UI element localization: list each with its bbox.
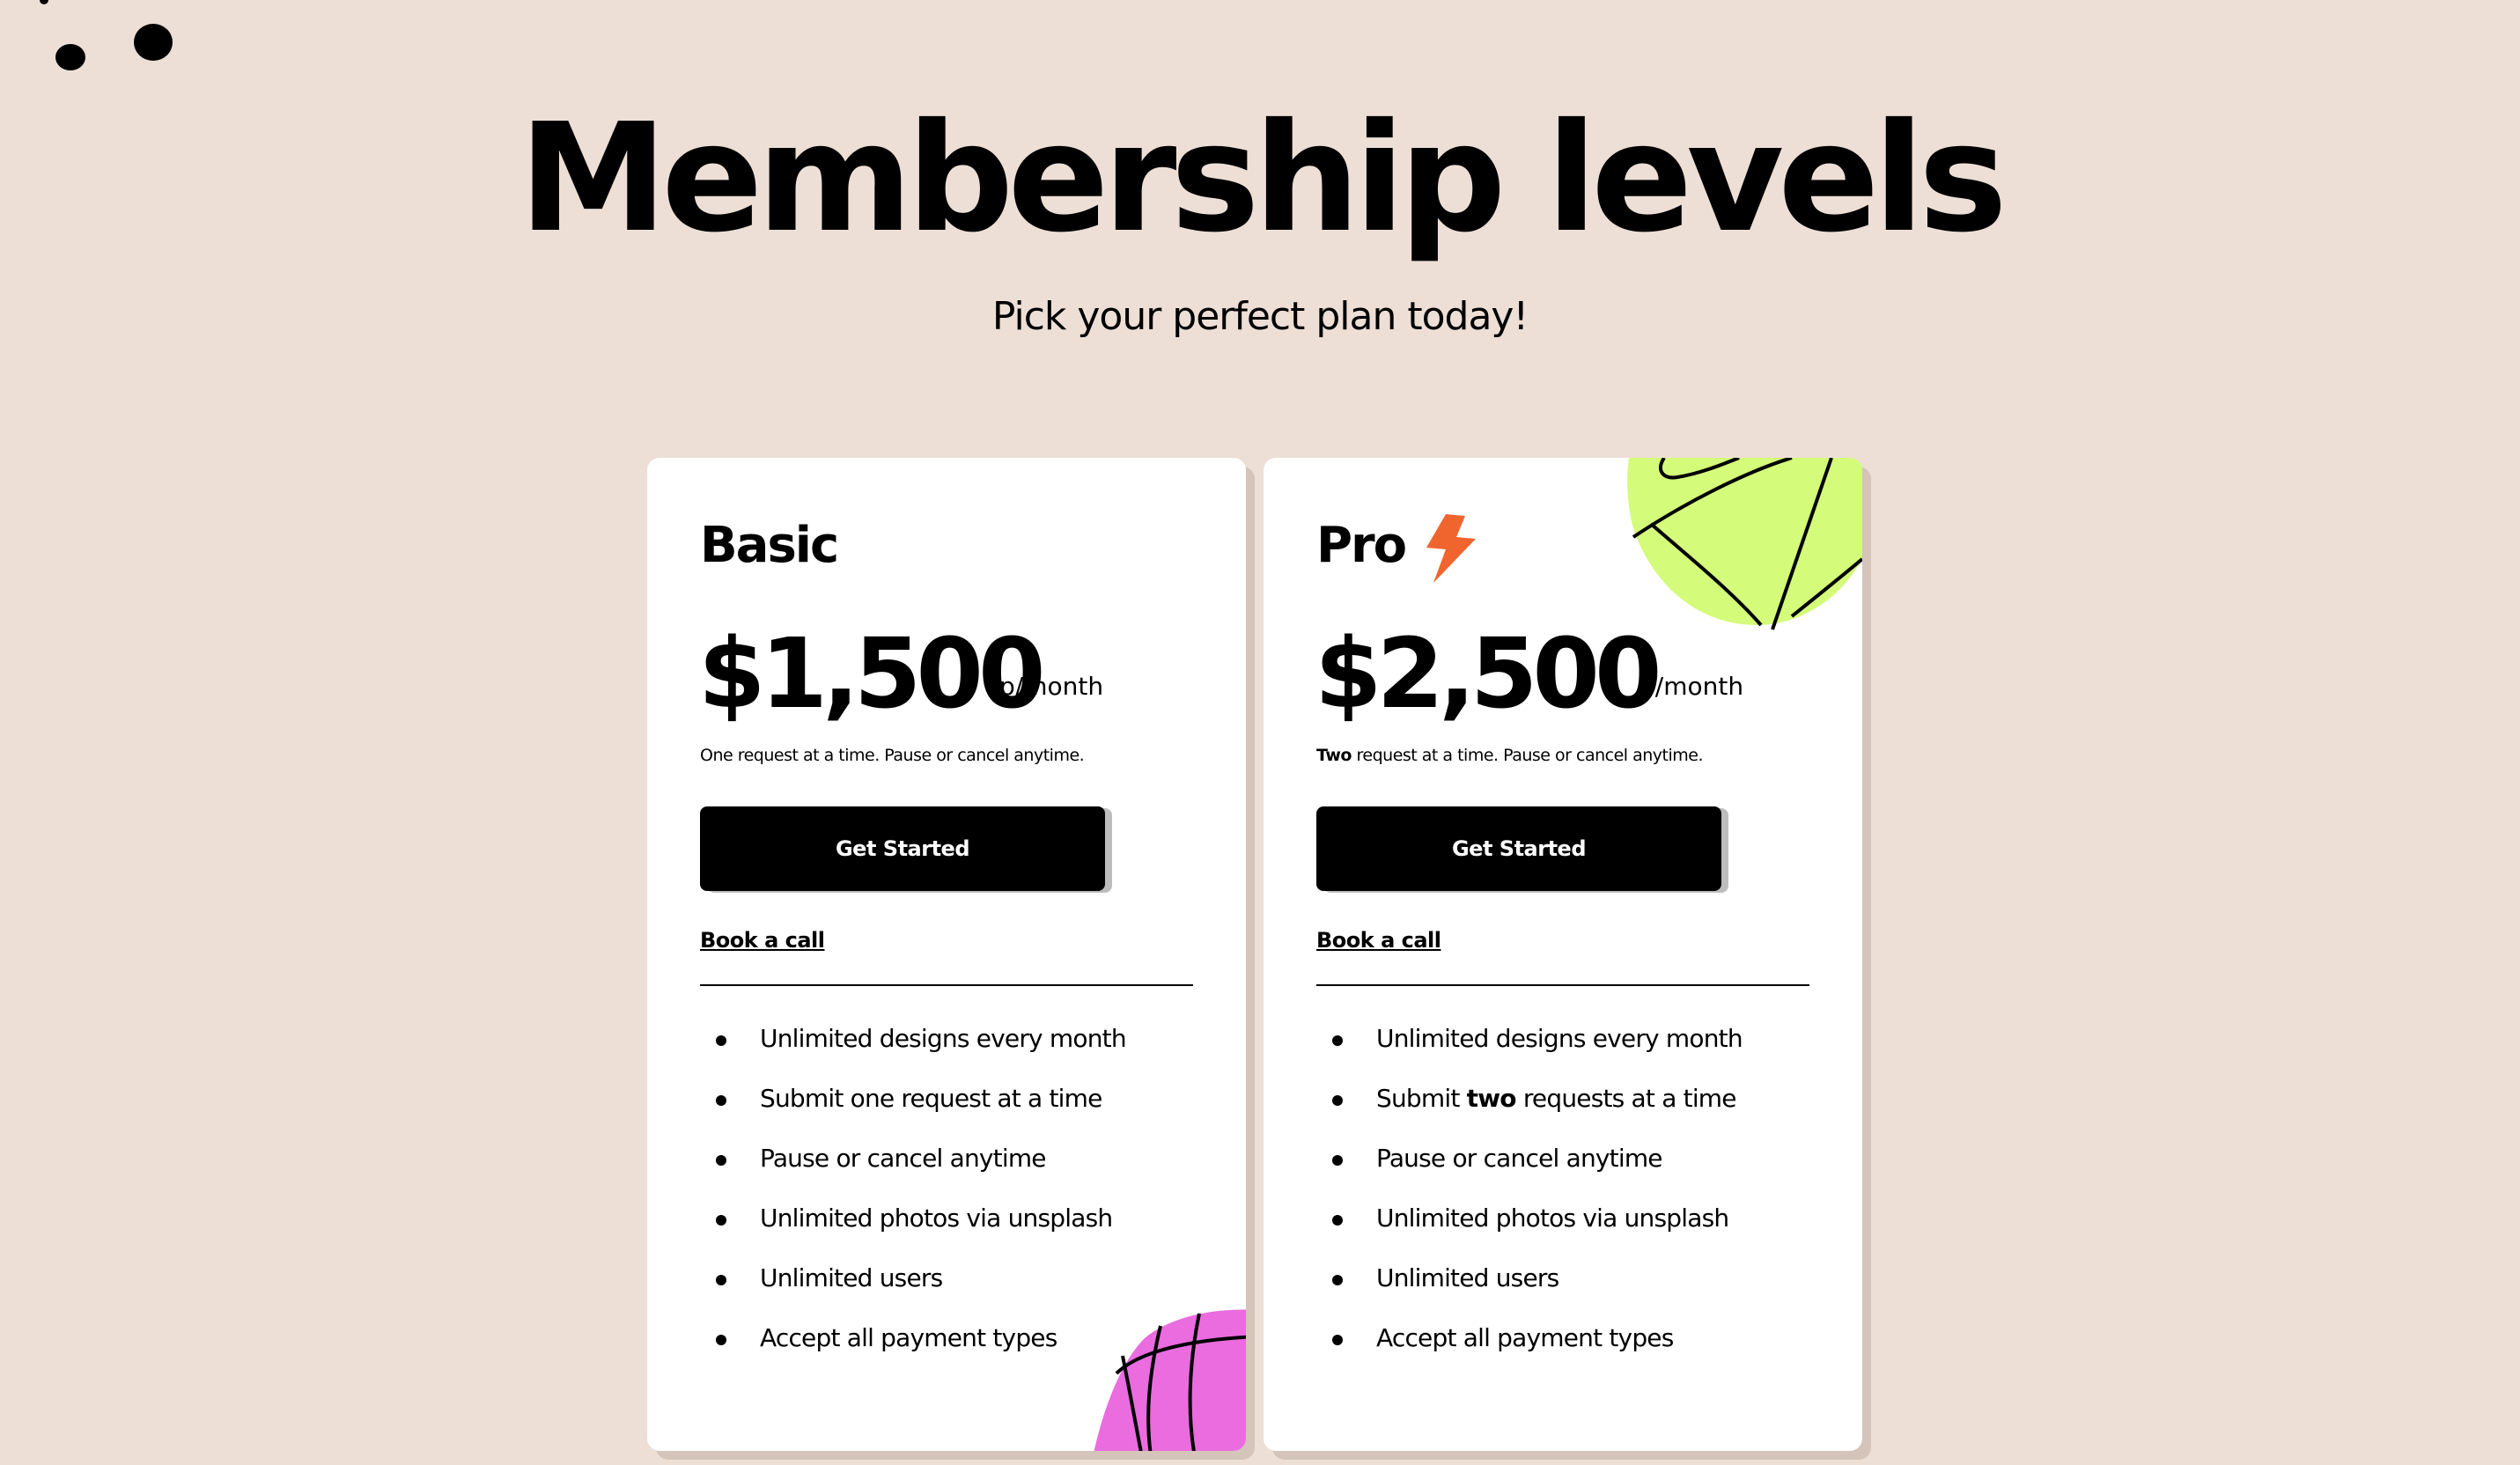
feature-item: Unlimited users (1316, 1259, 1827, 1319)
plan-name: Pro (1316, 517, 1407, 574)
bullet-icon (1332, 1335, 1343, 1345)
bullet-icon (716, 1155, 726, 1166)
feature-item: Unlimited designs every month (1316, 1020, 1827, 1079)
page-subtitle: Pick your perfect plan today! (991, 294, 1529, 339)
feature-list: Unlimited designs every month Submit one… (700, 1020, 1211, 1379)
feature-text: Unlimited designs every month (760, 1024, 1127, 1053)
feature-item: Submit one request at a time (700, 1079, 1211, 1139)
feature-text: Submit one request at a time (760, 1084, 1102, 1113)
plan-price: $1,500 (698, 617, 1045, 730)
feature-text: Unlimited photos via unsplash (1376, 1204, 1729, 1233)
feature-text: Submit (1376, 1084, 1467, 1113)
feature-item: Submit two requests at a time (1316, 1079, 1827, 1139)
book-a-call-link[interactable]: Book a call (700, 924, 825, 956)
bullet-icon (1332, 1155, 1343, 1166)
lime-ball-icon (1627, 458, 1862, 630)
feature-list: Unlimited designs every month Submit two… (1316, 1020, 1827, 1379)
feature-text: Unlimited users (1376, 1263, 1559, 1292)
plan-card-basic: Basic $1,500 p/month One request at a ti… (647, 458, 1246, 1451)
feature-text: Accept all payment types (760, 1323, 1057, 1352)
plan-description: One request at a time. Pause or cancel a… (700, 741, 1085, 769)
feature-item: Pause or cancel anytime (1316, 1139, 1827, 1199)
feature-item: Unlimited photos via unsplash (700, 1199, 1211, 1259)
feature-item: Pause or cancel anytime (700, 1139, 1211, 1199)
bullet-icon (716, 1035, 726, 1046)
feature-item: Accept all payment types (1316, 1319, 1827, 1379)
bullet-icon (716, 1095, 726, 1106)
feature-text: Unlimited users (760, 1263, 943, 1292)
feature-text: requests at a time (1515, 1084, 1737, 1113)
bullet-icon (1332, 1275, 1343, 1285)
plan-name: Basic (700, 517, 839, 574)
bullet-icon (1332, 1215, 1343, 1226)
feature-text: Unlimited designs every month (1376, 1024, 1743, 1053)
divider (700, 984, 1193, 986)
page: Membership levels Pick your perfect plan… (0, 0, 2520, 1465)
bullet-icon (716, 1215, 726, 1226)
feature-text: Unlimited photos via unsplash (760, 1204, 1113, 1233)
page-title: Membership levels (519, 92, 2008, 266)
feature-item: Unlimited designs every month (700, 1020, 1211, 1079)
plan-price: $2,500 (1315, 617, 1662, 730)
plan-description: Two request at a time. Pause or cancel a… (1316, 741, 1703, 769)
feature-item: Accept all payment types (700, 1319, 1211, 1379)
divider (1316, 984, 1809, 986)
lightning-bolt-icon (1426, 514, 1476, 583)
plan-period: p/month (999, 672, 1104, 701)
feature-text-bold: two (1466, 1084, 1517, 1113)
feature-text: Pause or cancel anytime (760, 1144, 1047, 1173)
bullet-icon (1332, 1095, 1343, 1106)
bullet-icon (716, 1335, 726, 1345)
get-started-button[interactable]: Get Started (700, 806, 1105, 891)
dots-decoration-icon (40, 0, 173, 70)
book-a-call-link[interactable]: Book a call (1316, 924, 1441, 956)
feature-item: Unlimited photos via unsplash (1316, 1199, 1827, 1259)
plan-description-text: request at a time. Pause or cancel anyti… (1351, 746, 1704, 765)
feature-text: Pause or cancel anytime (1376, 1144, 1663, 1173)
plan-period: p/month (1639, 672, 1744, 701)
get-started-button[interactable]: Get Started (1316, 806, 1721, 891)
bullet-icon (1332, 1035, 1343, 1046)
plan-card-pro: Pro $2,500 p/month Two request at a time… (1264, 458, 1862, 1451)
feature-item: Unlimited users (700, 1259, 1211, 1319)
feature-text: Accept all payment types (1376, 1323, 1674, 1352)
plan-description-bold: Two (1316, 746, 1352, 765)
plan-description-text: One request at a time. Pause or cancel a… (700, 746, 1085, 765)
bullet-icon (716, 1275, 726, 1285)
